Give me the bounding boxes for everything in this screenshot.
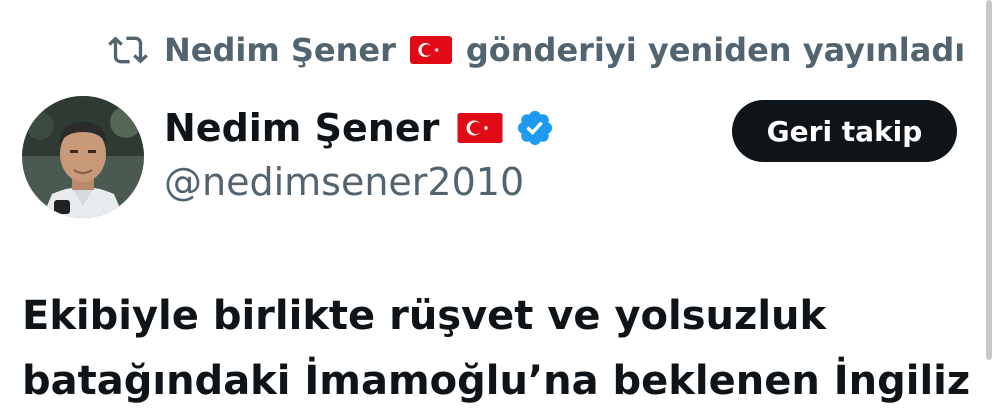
scrollbar[interactable]	[986, 0, 992, 360]
author-name-row[interactable]: Nedim Şener	[164, 106, 555, 150]
avatar[interactable]	[22, 96, 144, 218]
turkey-flag-icon	[457, 113, 503, 143]
follow-back-button[interactable]: Geri takip	[732, 100, 957, 162]
post-text-line: batağındaki İmamoğlu’na beklenen İngiliz	[22, 358, 971, 404]
turkey-flag-icon	[409, 36, 452, 64]
author-name[interactable]: Nedim Şener	[164, 106, 439, 150]
profile-photo	[22, 96, 144, 218]
post-text: Ekibiyle birlikte rüşvet ve yolsuzluk ba…	[22, 284, 982, 414]
repost-action-text: gönderiyi yeniden yayınladı	[465, 31, 966, 69]
author-handle[interactable]: @nedimsener2010	[164, 160, 524, 204]
repost-user-name[interactable]: Nedim Şener	[164, 31, 396, 69]
post-text-line: Ekibiyle birlikte rüşvet ve yolsuzluk	[22, 293, 827, 339]
verified-badge-icon[interactable]	[515, 108, 555, 148]
repost-banner[interactable]: Nedim Şener gönderiyi yeniden yayınladı	[108, 30, 965, 70]
repost-icon	[108, 36, 148, 64]
